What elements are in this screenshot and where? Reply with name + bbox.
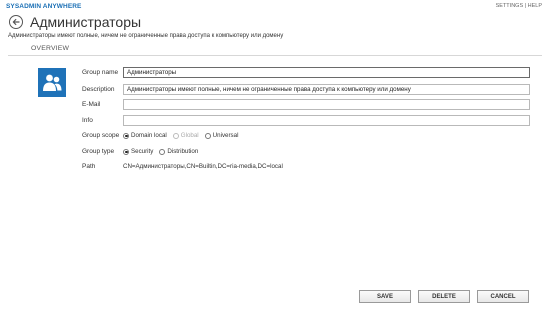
type-security-label: Security: [131, 148, 154, 155]
radio-indicator: [159, 148, 166, 155]
back-arrow-icon[interactable]: [9, 15, 23, 29]
description-input[interactable]: [123, 84, 530, 95]
save-button[interactable]: SAVE: [359, 290, 411, 303]
delete-button[interactable]: DELETE: [418, 290, 470, 303]
scope-global-radio: Global: [172, 132, 199, 139]
email-input[interactable]: [123, 99, 530, 110]
radio-indicator: [172, 132, 179, 139]
scope-universal-label: Universal: [212, 132, 239, 139]
top-links: SETTINGS | HELP: [496, 3, 542, 9]
path-label: Path: [82, 163, 96, 170]
radio-selected-indicator: [123, 132, 129, 139]
description-label: Description: [82, 86, 115, 93]
group-type-radio-group: Security Distribution: [123, 148, 204, 155]
group-scope-radio-group: Domain local Global Universal: [123, 132, 244, 139]
group-name-input[interactable]: [123, 67, 530, 78]
header-divider: [8, 55, 542, 56]
scope-domain-local-label: Domain local: [131, 132, 167, 139]
type-security-radio[interactable]: Security: [123, 148, 153, 155]
info-input[interactable]: [123, 115, 530, 126]
cancel-button[interactable]: CANCEL: [477, 290, 529, 303]
group-users-icon: [38, 68, 66, 97]
type-distribution-label: Distribution: [167, 148, 199, 155]
radio-selected-indicator: [123, 148, 129, 155]
type-distribution-radio[interactable]: Distribution: [159, 148, 198, 155]
settings-link[interactable]: SETTINGS: [496, 3, 524, 9]
info-label: Info: [82, 117, 93, 124]
group-name-label: Group name: [82, 69, 119, 76]
path-value: CN=Администраторы,CN=Builtin,DC=ria-medi…: [123, 163, 283, 170]
top-bar: SYSADMIN ANYWHERE SETTINGS | HELP: [0, 0, 550, 12]
radio-indicator: [204, 132, 211, 139]
scope-universal-radio[interactable]: Universal: [204, 132, 239, 139]
email-label: E-Mail: [82, 101, 101, 108]
app-brand: SYSADMIN ANYWHERE: [6, 3, 82, 10]
scope-global-label: Global: [180, 132, 199, 139]
top-links-separator: |: [524, 3, 527, 9]
page-title: Администраторы: [30, 14, 142, 30]
scope-domain-local-radio[interactable]: Domain local: [123, 132, 167, 139]
help-link[interactable]: HELP: [528, 3, 542, 9]
group-scope-label: Group scope: [82, 132, 120, 139]
group-type-label: Group type: [82, 148, 115, 155]
page-subtitle: Администраторы имеют полные, ничем не ог…: [8, 33, 284, 39]
section-overview-heading: OVERVIEW: [31, 45, 70, 52]
